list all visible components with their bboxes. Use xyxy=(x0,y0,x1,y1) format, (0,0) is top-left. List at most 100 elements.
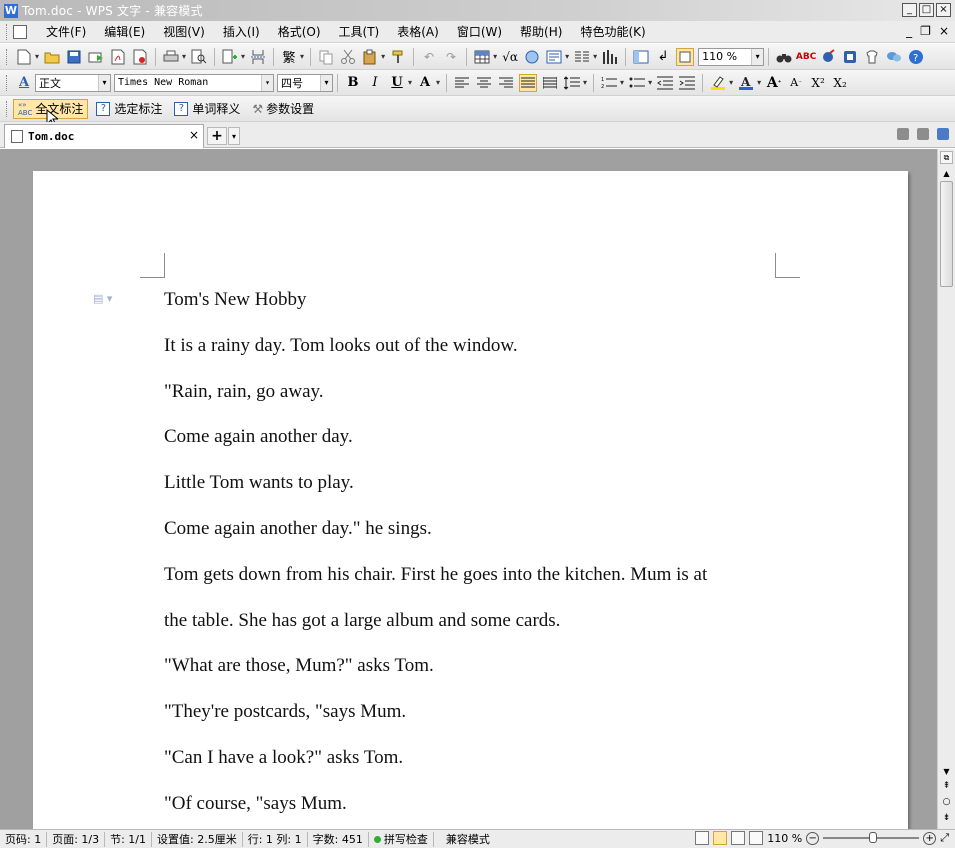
office-space-icon[interactable] xyxy=(841,48,859,66)
skin-icon[interactable] xyxy=(863,48,881,66)
menu-grip[interactable] xyxy=(6,23,9,40)
increase-indent-icon[interactable] xyxy=(678,74,696,92)
format-painter-icon[interactable] xyxy=(389,48,407,66)
online-resources-icon[interactable] xyxy=(819,48,837,66)
menu-insert[interactable]: 插入(I) xyxy=(214,23,269,40)
menu-table[interactable]: 表格(A) xyxy=(388,23,448,40)
tab-nav-right-icon[interactable] xyxy=(917,128,929,140)
styles-format-icon[interactable]: A xyxy=(15,74,33,92)
decrease-indent-icon[interactable] xyxy=(656,74,674,92)
close-icon[interactable]: × xyxy=(189,128,199,142)
document-line[interactable]: Come again another day. xyxy=(164,416,804,462)
bold-button[interactable]: B xyxy=(343,73,363,93)
next-page-button[interactable]: ⇟ xyxy=(940,813,953,826)
doc-restore-button[interactable]: ❐ xyxy=(920,24,931,38)
redo-icon[interactable]: ↷ xyxy=(442,48,460,66)
zoom-slider[interactable] xyxy=(823,832,920,843)
fit-window-icon[interactable]: ⤢ xyxy=(940,831,949,845)
tab-tom-doc[interactable]: Tom.doc × xyxy=(4,124,204,148)
document-line[interactable]: "What are those, Mum?" asks Tom. xyxy=(164,645,804,691)
paragraph-layout-icon[interactable]: ▤ ▾ xyxy=(93,292,112,305)
shrink-font-icon[interactable]: A ⁻ xyxy=(787,74,805,92)
paste-icon[interactable] xyxy=(361,48,379,66)
find-binoculars-icon[interactable] xyxy=(775,48,793,66)
chevron-down-icon[interactable]: ▾ xyxy=(751,48,764,65)
menu-view[interactable]: 视图(V) xyxy=(154,23,214,40)
status-spell-check[interactable]: 拼写检查 xyxy=(369,831,434,847)
insert-page-icon[interactable] xyxy=(221,48,239,66)
status-word-count[interactable]: 字数: 451 xyxy=(308,831,369,847)
grow-font-icon[interactable]: A ⁺ xyxy=(765,74,783,92)
insert-table-icon[interactable] xyxy=(473,48,491,66)
traditional-chinese-icon[interactable]: 繁 xyxy=(280,48,298,66)
superscript-button[interactable]: X² xyxy=(809,74,827,92)
window-layout-icon[interactable] xyxy=(937,128,949,140)
document-line[interactable]: "Of course, "says Mum. xyxy=(164,783,804,829)
new-document-icon[interactable] xyxy=(15,48,33,66)
undo-icon[interactable]: ↶ xyxy=(420,48,438,66)
split-view-icon[interactable]: ⧉ xyxy=(940,151,953,164)
page-break-icon[interactable] xyxy=(249,48,267,66)
parameter-settings-button[interactable]: ⚒ 参数设置 xyxy=(248,99,318,119)
menu-help[interactable]: 帮助(H) xyxy=(511,23,571,40)
export-pdf-icon[interactable] xyxy=(109,48,127,66)
insert-textbox-icon[interactable] xyxy=(545,48,563,66)
numbered-list-icon[interactable]: 12 xyxy=(600,74,618,92)
doc-close-button[interactable]: × xyxy=(939,24,949,38)
open-folder-icon[interactable] xyxy=(43,48,61,66)
doc-minimize-button[interactable]: _ xyxy=(906,24,912,38)
cut-icon[interactable] xyxy=(339,48,357,66)
document-line[interactable]: "Can I have a look?" asks Tom. xyxy=(164,737,804,783)
web-view-icon[interactable] xyxy=(749,831,764,845)
menu-file[interactable]: 文件(F) xyxy=(37,23,95,40)
feedback-chat-icon[interactable] xyxy=(885,48,903,66)
reading-view-icon[interactable] xyxy=(695,831,710,845)
font-select[interactable]: Times New Roman ▾ xyxy=(114,73,274,92)
distributed-align-icon[interactable] xyxy=(541,74,559,92)
print-icon[interactable] xyxy=(162,48,180,66)
document-line[interactable]: "Rain, rain, go away. xyxy=(164,371,804,417)
send-mail-icon[interactable] xyxy=(87,48,105,66)
menu-special-features[interactable]: 特色功能(K) xyxy=(571,23,654,40)
align-justify-icon[interactable] xyxy=(519,73,538,92)
highlight-icon[interactable] xyxy=(709,74,727,92)
insert-hyperlink-icon[interactable] xyxy=(523,48,541,66)
document-heading[interactable]: Tom's New Hobby xyxy=(164,279,804,325)
scroll-thumb[interactable] xyxy=(940,181,953,287)
menu-tools[interactable]: 工具(T) xyxy=(330,23,389,40)
minimize-button[interactable]: _ xyxy=(902,3,917,17)
align-left-icon[interactable] xyxy=(453,74,471,92)
help-icon[interactable]: ? xyxy=(907,48,925,66)
chevron-down-icon[interactable]: ▾ xyxy=(261,74,273,91)
toolbar-grip[interactable] xyxy=(6,100,9,117)
menu-window[interactable]: 窗口(W) xyxy=(448,23,511,40)
browse-object-button[interactable]: ○ xyxy=(940,797,953,810)
text-effect-icon[interactable]: A xyxy=(415,73,435,93)
align-right-icon[interactable] xyxy=(497,74,515,92)
document-page[interactable]: ▤ ▾ Tom's New Hobby It is a rainy day. To… xyxy=(33,171,908,829)
word-definition-button[interactable]: ? 单词释义 xyxy=(170,99,244,119)
zoom-in-button[interactable]: + xyxy=(923,831,937,845)
selected-tag-button[interactable]: ? 选定标注 xyxy=(92,99,166,119)
document-line[interactable]: It is a rainy day. Tom looks out of the … xyxy=(164,325,804,371)
align-center-icon[interactable] xyxy=(475,74,493,92)
save-icon[interactable] xyxy=(65,48,83,66)
print-preview-icon[interactable] xyxy=(190,48,208,66)
document-line[interactable]: "They're postcards, "says Mum. xyxy=(164,691,804,737)
scroll-up-button[interactable]: ▲ xyxy=(940,167,953,179)
columns-icon[interactable] xyxy=(573,48,591,66)
chevron-down-icon[interactable]: ▾ xyxy=(228,127,240,145)
document-menu-icon[interactable] xyxy=(13,24,27,39)
maximize-button[interactable]: □ xyxy=(919,3,934,17)
menu-format[interactable]: 格式(O) xyxy=(269,23,330,40)
zoom-out-button[interactable]: − xyxy=(806,831,820,845)
tab-nav-left-icon[interactable] xyxy=(897,128,909,140)
copy-icon[interactable] xyxy=(317,48,335,66)
zoom-select[interactable]: 110 % ▾ xyxy=(698,47,765,66)
bulleted-list-icon[interactable] xyxy=(628,74,646,92)
outline-view-icon[interactable] xyxy=(731,831,746,845)
document-map-icon[interactable] xyxy=(632,48,650,66)
new-tab-button[interactable]: + xyxy=(207,127,227,145)
subscript-button[interactable]: X₂ xyxy=(831,74,849,92)
vertical-scrollbar[interactable]: ⧉ ▲ ▼ ⇞ ○ ⇟ xyxy=(937,149,955,829)
